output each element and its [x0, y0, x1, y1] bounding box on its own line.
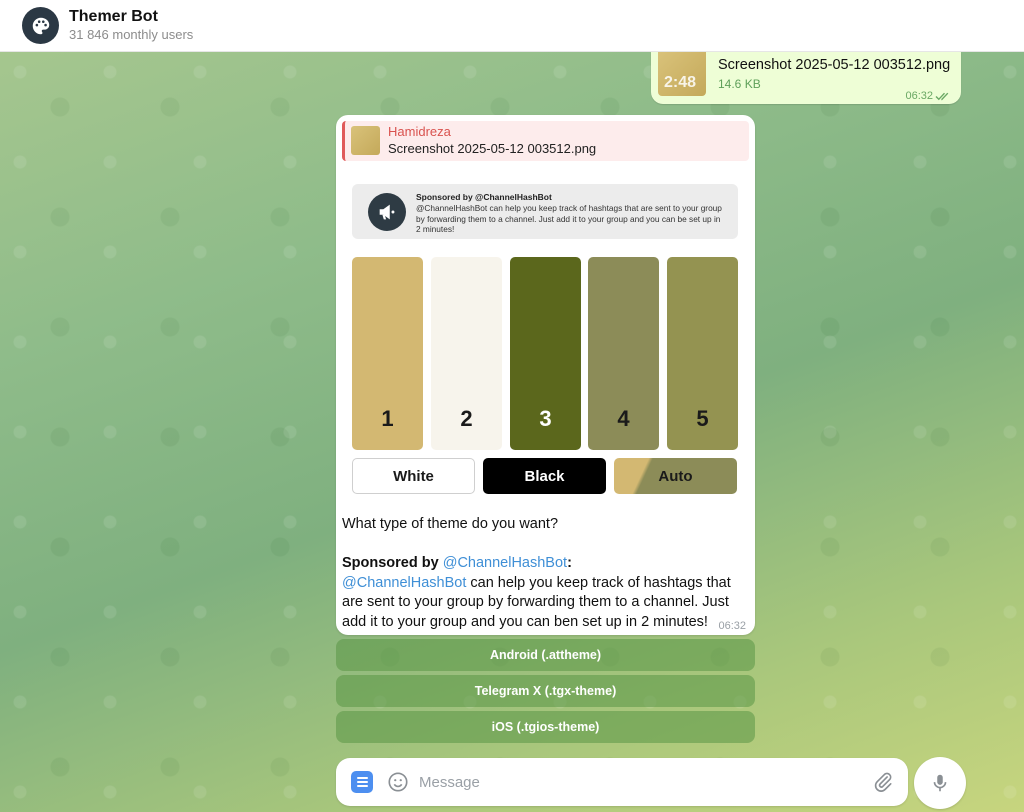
reply-thumbnail: [351, 126, 380, 155]
message-composer: [336, 758, 908, 806]
sponsored-colon: :: [567, 555, 572, 571]
microphone-button[interactable]: [914, 757, 966, 809]
megaphone-icon: [379, 204, 395, 220]
sponsor-description: @ChannelHashBot can help you keep track …: [342, 574, 742, 633]
swatch-1[interactable]: 1: [352, 257, 423, 450]
reply-preview[interactable]: Hamidreza Screenshot 2025-05-12 003512.p…: [342, 121, 749, 161]
double-check-icon: [935, 92, 949, 101]
sponsor-avatar: [368, 193, 406, 231]
theme-preview-image[interactable]: Sponsored by @ChannelHashBot @ChannelHas…: [342, 167, 749, 497]
sponsored-prefix: Sponsored by: [342, 555, 443, 571]
sponsor-link[interactable]: @ChannelHashBot: [443, 555, 567, 571]
swatch-4[interactable]: 4: [588, 257, 659, 450]
chat-header: Themer Bot 31 846 monthly users: [0, 0, 1024, 52]
microphone-icon: [933, 774, 947, 792]
color-swatches: 1 2 3 4 5: [352, 257, 738, 450]
swatch-label: 3: [539, 406, 552, 431]
sponsor-card-body: @ChannelHashBot can help you keep track …: [416, 203, 722, 234]
file-name: Screenshot 2025-05-12 003512.png: [718, 57, 951, 73]
android-theme-button[interactable]: Android (.attheme): [336, 639, 755, 671]
swatch-label: 2: [460, 406, 473, 431]
chat-subtitle: 31 846 monthly users: [69, 27, 194, 42]
message-input[interactable]: [419, 770, 859, 794]
swatch-5[interactable]: 5: [667, 257, 738, 450]
menu-icon[interactable]: [351, 771, 373, 793]
reply-author: Hamidreza: [388, 124, 451, 139]
reply-text: Screenshot 2025-05-12 003512.png: [388, 141, 597, 156]
paperclip-icon[interactable]: [872, 770, 894, 794]
ios-theme-button[interactable]: iOS (.tgios-theme): [336, 711, 755, 743]
sponsored-line: Sponsored by @ChannelHashBot:: [342, 554, 742, 574]
question-text: What type of theme do you want?: [342, 516, 559, 532]
swatch-3[interactable]: 3: [510, 257, 581, 450]
swatch-label: 4: [617, 406, 630, 431]
emoji-icon[interactable]: [387, 771, 409, 793]
sponsor-card: Sponsored by @ChannelHashBot @ChannelHas…: [352, 184, 738, 239]
mode-white-button[interactable]: White: [352, 458, 475, 494]
avatar[interactable]: [22, 7, 59, 44]
message-time: 06:32: [905, 90, 933, 102]
sponsor-body-link[interactable]: @ChannelHashBot: [342, 575, 466, 591]
message-text: What type of theme do you want? Sponsore…: [342, 515, 742, 632]
message-time: 06:32: [718, 620, 746, 632]
swatch-label: 1: [381, 406, 394, 431]
outgoing-file-message[interactable]: 2:48 Screenshot 2025-05-12 003512.png 14…: [651, 52, 961, 104]
incoming-bot-message: Hamidreza Screenshot 2025-05-12 003512.p…: [336, 115, 755, 635]
palette-icon: [32, 17, 49, 34]
header-text: Themer Bot 31 846 monthly users: [69, 8, 193, 43]
swatch-label: 5: [696, 406, 709, 431]
mode-auto-button[interactable]: Auto: [614, 458, 737, 494]
chat-title[interactable]: Themer Bot: [69, 8, 193, 26]
file-size: 14.6 KB: [718, 77, 761, 91]
mode-black-button[interactable]: Black: [483, 458, 606, 494]
thumbnail-text: 2:48: [664, 74, 697, 91]
telegram-x-theme-button[interactable]: Telegram X (.tgx-theme): [336, 675, 755, 707]
swatch-2[interactable]: 2: [431, 257, 502, 450]
sponsor-card-title: Sponsored by @ChannelHashBot: [416, 192, 552, 202]
message-meta: 06:32: [905, 90, 951, 102]
file-thumbnail[interactable]: 2:48: [658, 52, 706, 96]
